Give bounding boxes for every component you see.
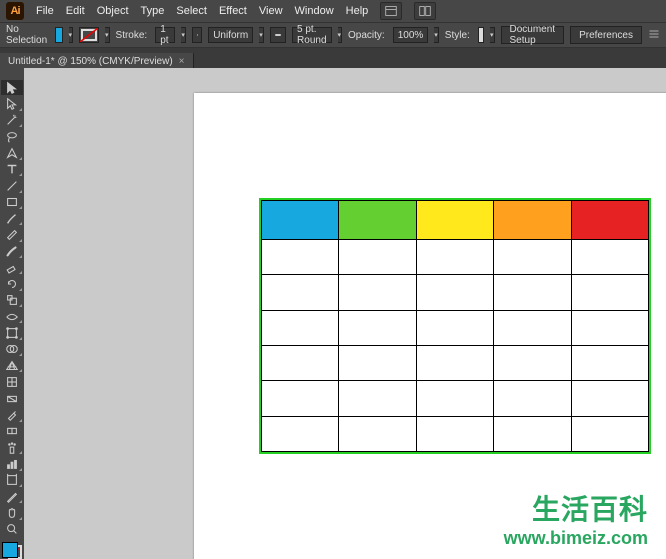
profile-dropdown[interactable]	[259, 27, 264, 43]
menu-edit[interactable]: Edit	[66, 5, 85, 17]
brush-field[interactable]: 5 pt. Round	[292, 27, 331, 43]
style-label: Style:	[445, 30, 470, 41]
mesh-tool[interactable]	[1, 374, 23, 389]
menu-file[interactable]: File	[36, 5, 54, 17]
rectangle-tool[interactable]	[1, 195, 23, 210]
line-tool[interactable]	[1, 178, 23, 193]
magic-wand-tool[interactable]	[1, 113, 23, 128]
menu-select[interactable]: Select	[176, 5, 207, 17]
free-transform-tool[interactable]	[1, 325, 23, 340]
brush-preview[interactable]	[270, 27, 286, 43]
lasso-tool[interactable]	[1, 129, 23, 144]
width-tool[interactable]	[1, 309, 23, 324]
menu-window[interactable]: Window	[295, 5, 334, 17]
opacity-dropdown[interactable]	[434, 27, 439, 43]
menu-bar: Ai File Edit Object Type Select Effect V…	[0, 0, 666, 22]
control-bar-menu-icon[interactable]	[648, 28, 660, 43]
profile-field[interactable]: Uniform	[208, 27, 253, 43]
menu-object[interactable]: Object	[97, 5, 129, 17]
close-tab-icon[interactable]: ×	[179, 56, 185, 67]
pencil-tool[interactable]	[1, 227, 23, 242]
zoom-tool[interactable]	[1, 522, 23, 537]
pen-tool[interactable]	[1, 145, 23, 160]
stroke-weight-dropdown[interactable]	[181, 27, 186, 43]
selection-status: No Selection	[6, 24, 47, 46]
eraser-tool[interactable]	[1, 260, 23, 275]
rotate-tool[interactable]	[1, 276, 23, 291]
document-tab-title: Untitled-1* @ 150% (CMYK/Preview)	[8, 56, 173, 67]
fill-swatch[interactable]	[55, 27, 62, 43]
app-frame: Ai File Edit Object Type Select Effect V…	[0, 0, 666, 559]
graphic-style-swatch[interactable]	[478, 27, 484, 43]
selection-tool[interactable]	[1, 80, 23, 95]
gradient-tool[interactable]	[1, 391, 23, 406]
app-icon: Ai	[6, 2, 24, 20]
fill-dropdown[interactable]	[69, 27, 74, 43]
document-setup-button[interactable]: Document Setup	[501, 26, 565, 44]
brush-dropdown[interactable]	[338, 27, 343, 43]
hand-tool[interactable]	[1, 505, 23, 520]
menu-effect[interactable]: Effect	[219, 5, 247, 17]
stroke-swatch[interactable]	[79, 27, 99, 43]
opacity-label: Opacity:	[348, 30, 385, 41]
control-bar: No Selection Stroke: 1 pt Uniform 5 pt. …	[0, 22, 666, 48]
menu-help[interactable]: Help	[346, 5, 369, 17]
type-tool[interactable]	[1, 162, 23, 177]
preferences-button[interactable]: Preferences	[570, 26, 642, 44]
arrange-docs-icon[interactable]	[414, 2, 436, 20]
fill-stroke-proxy[interactable]	[2, 542, 22, 559]
variable-width-profile[interactable]	[192, 27, 202, 43]
paintbrush-tool[interactable]	[1, 211, 23, 226]
column-graph-tool[interactable]	[1, 456, 23, 471]
artboard-tool[interactable]	[1, 473, 23, 488]
slice-tool[interactable]	[1, 489, 23, 504]
stroke-weight-field[interactable]: 1 pt	[155, 27, 175, 43]
artwork-table[interactable]	[259, 198, 651, 454]
menu-view[interactable]: View	[259, 5, 283, 17]
stroke-dropdown[interactable]	[105, 27, 110, 43]
blob-brush-tool[interactable]	[1, 244, 23, 259]
layout-icon[interactable]	[380, 2, 402, 20]
menu-type[interactable]: Type	[141, 5, 165, 17]
opacity-field[interactable]: 100%	[393, 27, 429, 43]
tools-panel	[0, 68, 25, 559]
direct-selection-tool[interactable]	[1, 96, 23, 111]
style-dropdown[interactable]	[490, 27, 495, 43]
blend-tool[interactable]	[1, 424, 23, 439]
canvas-area[interactable]: 生活百科 www.bimeiz.com	[24, 68, 666, 559]
stroke-label: Stroke:	[116, 30, 148, 41]
eyedropper-tool[interactable]	[1, 407, 23, 422]
symbol-sprayer-tool[interactable]	[1, 440, 23, 455]
perspective-grid-tool[interactable]	[1, 358, 23, 373]
shape-builder-tool[interactable]	[1, 342, 23, 357]
scale-tool[interactable]	[1, 293, 23, 308]
